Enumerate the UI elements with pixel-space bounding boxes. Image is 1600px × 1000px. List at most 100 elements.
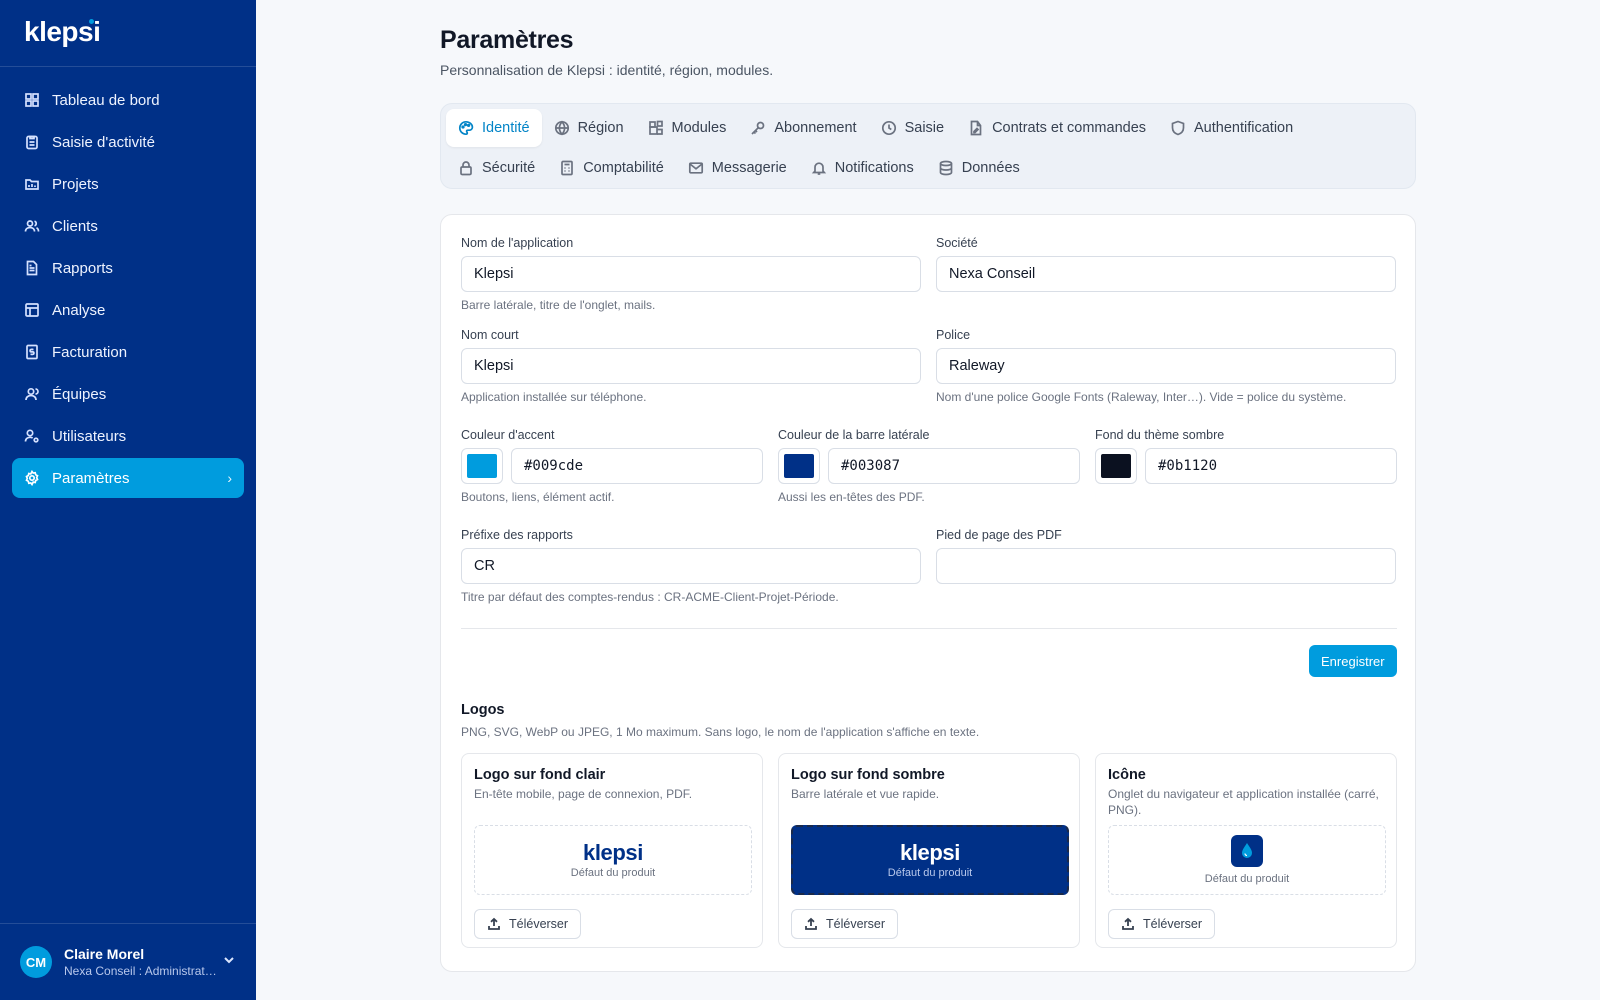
report-prefix-hint: Titre par défaut des comptes-rendus : CR… xyxy=(461,590,839,604)
tab-region[interactable]: Région xyxy=(542,109,636,147)
icon-preview: Défaut du produit xyxy=(1108,825,1386,895)
logo-card-title: Logo sur fond sombre xyxy=(791,767,945,783)
sidebar-item-activity[interactable]: Saisie d'activité xyxy=(12,122,244,162)
identity-settings-card: Nom de l'application Klepsi Barre latéra… xyxy=(440,214,1416,972)
report-prefix-input[interactable]: CR xyxy=(461,548,921,584)
page-subtitle: Personnalisation de Klepsi : identité, r… xyxy=(440,62,774,78)
app-name-label: Nom de l'application xyxy=(461,236,574,250)
sidebar-item-reports[interactable]: Rapports xyxy=(12,248,244,288)
tab-identite[interactable]: Identité xyxy=(446,109,542,147)
tab-label: Abonnement xyxy=(774,120,857,136)
tab-label: Contrats et commandes xyxy=(992,120,1147,136)
sidebar-color-input[interactable]: #003087 xyxy=(828,448,1080,484)
accent-color-label: Couleur d'accent xyxy=(461,428,555,442)
tab-authentification[interactable]: Authentification xyxy=(1158,109,1305,147)
short-name-field: Nom court Klepsi Application installée s… xyxy=(461,328,921,404)
pdf-footer-input[interactable] xyxy=(936,548,1396,584)
save-button[interactable]: Enregistrer xyxy=(1309,645,1397,677)
tab-saisie[interactable]: Saisie xyxy=(869,109,957,147)
sidebar-item-label: Saisie d'activité xyxy=(52,133,155,151)
upload-icon xyxy=(488,917,500,930)
sidebar-item-label: Analyse xyxy=(52,301,106,319)
logos-title: Logos xyxy=(461,702,505,718)
sidebar: klepsi Tableau de bord Saisie d'activité… xyxy=(0,0,256,1000)
logo-card-title: Logo sur fond clair xyxy=(474,767,606,783)
sidebar-color-field: Couleur de la barre latérale #003087 Aus… xyxy=(778,428,1080,504)
sidebar-item-dashboard[interactable]: Tableau de bord xyxy=(12,80,244,120)
tab-label: Sécurité xyxy=(482,160,536,176)
dark-bg-input[interactable]: #0b1120 xyxy=(1145,448,1397,484)
mail-icon xyxy=(688,162,703,174)
clipboard-icon xyxy=(24,134,40,150)
sidebar-color-swatch[interactable] xyxy=(778,448,820,484)
sidebar-item-clients[interactable]: Clients xyxy=(12,206,244,246)
upload-dark-logo-button[interactable]: Téléverser xyxy=(791,909,899,939)
font-input[interactable]: Raleway xyxy=(936,348,1396,384)
team-icon xyxy=(24,386,40,402)
accent-color-field: Couleur d'accent #009cde Boutons, liens,… xyxy=(461,428,763,504)
blocks-icon xyxy=(648,120,663,135)
logo-dark-card: Logo sur fond sombre Barre latérale et v… xyxy=(778,753,1080,948)
sidebar-item-billing[interactable]: Facturation xyxy=(12,332,244,372)
tab-abonnement[interactable]: Abonnement xyxy=(738,109,868,147)
short-name-input[interactable]: Klepsi xyxy=(461,348,921,384)
logos-subtitle: PNG, SVG, WebP ou JPEG, 1 Mo maximum. Sa… xyxy=(461,725,980,739)
tab-label: Comptabilité xyxy=(583,160,664,176)
table-icon xyxy=(24,302,40,318)
database-icon xyxy=(939,160,953,176)
logo-card-subtitle: Barre latérale et vue rapide. xyxy=(791,787,940,801)
font-field: Police Raleway Nom d'une police Google F… xyxy=(936,328,1396,404)
accent-color-swatch[interactable] xyxy=(461,448,503,484)
logo-card-title: Icône xyxy=(1108,767,1146,783)
tab-notifications[interactable]: Notifications xyxy=(799,149,926,187)
tab-label: Modules xyxy=(671,120,727,136)
logo-dark-preview: klepsi Défaut du produit xyxy=(791,825,1069,895)
tab-securite[interactable]: Sécurité xyxy=(446,149,547,187)
app-name-hint: Barre latérale, titre de l'onglet, mails… xyxy=(461,298,656,312)
sidebar-item-settings[interactable]: Paramètres › xyxy=(12,458,244,498)
company-input[interactable]: Nexa Conseil xyxy=(936,256,1396,292)
tab-contrats[interactable]: Contrats et commandes xyxy=(956,109,1158,147)
sidebar-item-users[interactable]: Utilisateurs xyxy=(12,416,244,456)
sidebar-item-label: Équipes xyxy=(52,385,107,403)
tab-comptabilite[interactable]: Comptabilité xyxy=(547,149,676,187)
logo-light-card: Logo sur fond clair En-tête mobile, page… xyxy=(461,753,763,948)
app-name-input[interactable]: Klepsi xyxy=(461,256,921,292)
sidebar-item-label: Tableau de bord xyxy=(52,91,160,109)
sidebar-item-projects[interactable]: Projets xyxy=(12,164,244,204)
logo-preview-caption: Défaut du produit xyxy=(570,867,656,879)
upload-icon xyxy=(1122,917,1134,930)
sidebar-item-label: Rapports xyxy=(52,259,113,277)
invoice-icon xyxy=(24,344,40,360)
palette-icon xyxy=(458,120,474,136)
brand-logo[interactable]: klepsi xyxy=(0,0,256,67)
tab-messagerie[interactable]: Messagerie xyxy=(676,149,799,187)
chevron-right-icon: › xyxy=(227,470,232,486)
brand-dot xyxy=(89,19,94,24)
tab-donnees[interactable]: Données xyxy=(926,149,1032,187)
settings-tabs: Identité Région Modules Abonnement Saisi… xyxy=(440,103,1416,189)
key-icon xyxy=(751,121,765,135)
clock-icon xyxy=(881,120,896,136)
report-prefix-label: Préfixe des rapports xyxy=(461,528,573,542)
upload-light-logo-button[interactable]: Téléverser xyxy=(474,909,582,939)
dark-bg-swatch[interactable] xyxy=(1095,448,1137,484)
user-name: Claire Morel xyxy=(64,946,145,962)
tab-modules[interactable]: Modules xyxy=(636,109,739,147)
font-hint: Nom d'une police Google Fonts (Raleway, … xyxy=(936,390,1347,404)
chevron-down-icon[interactable] xyxy=(222,953,236,972)
tab-label: Messagerie xyxy=(711,160,787,176)
sidebar-item-teams[interactable]: Équipes xyxy=(12,374,244,414)
user-menu[interactable]: CM Claire Morel Nexa Conseil : Administr… xyxy=(0,923,256,1000)
sidebar-item-analytics[interactable]: Analyse xyxy=(12,290,244,330)
page-title: Paramètres xyxy=(440,26,574,54)
company-label: Société xyxy=(936,236,978,250)
sidebar-nav: Tableau de bord Saisie d'activité Projet… xyxy=(0,67,256,513)
sidebar-item-label: Utilisateurs xyxy=(52,427,127,445)
upload-icon-button[interactable]: Téléverser xyxy=(1108,909,1216,939)
logo-preview-text: klepsi xyxy=(583,840,643,865)
accent-color-input[interactable]: #009cde xyxy=(511,448,763,484)
pdf-footer-field: Pied de page des PDF xyxy=(936,528,1396,584)
logo-light-preview: klepsi Défaut du produit xyxy=(474,825,752,895)
upload-label: Téléverser xyxy=(509,917,569,931)
